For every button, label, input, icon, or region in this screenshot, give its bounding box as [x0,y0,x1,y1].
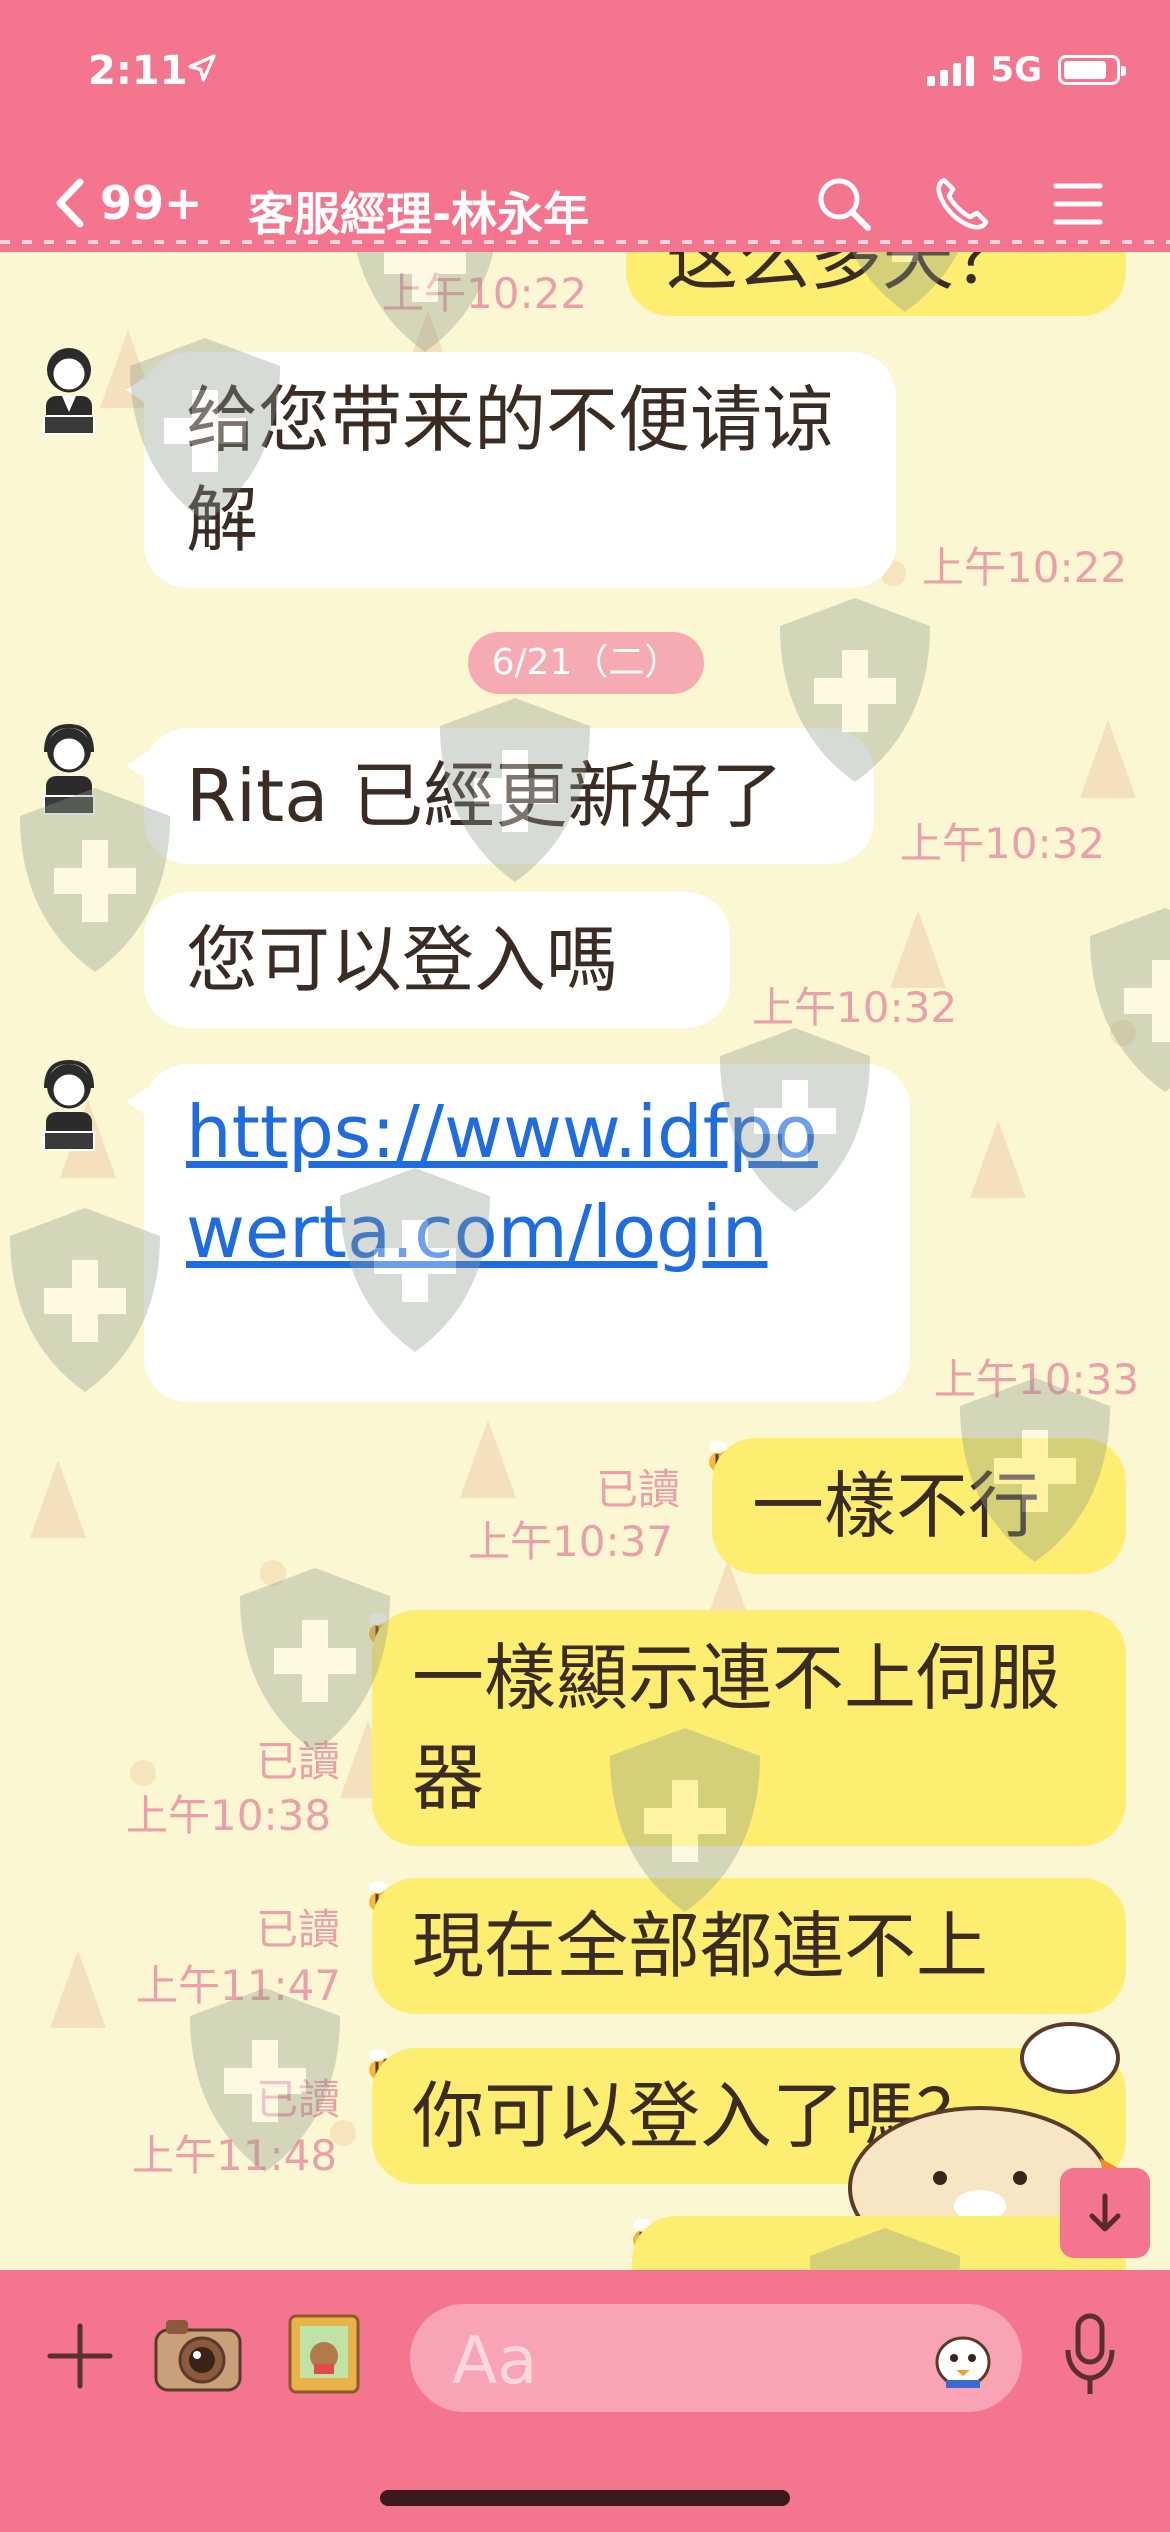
phone-icon[interactable] [930,172,994,236]
message-text: 这么多天？ [666,252,1027,300]
message-time: 上午10:32 [900,819,1106,868]
message-time: 上午10:37 [468,1517,674,1566]
chevron-left-icon [56,178,84,228]
message-bubble-out[interactable]: 現在全部都連不上 [372,1878,1126,2014]
agent-avatar[interactable] [24,712,114,822]
message-text: 現在全部都連不上 [412,1904,989,1988]
read-receipt: 已讀 [256,2075,341,2124]
read-receipt: 已讀 [256,1737,341,1786]
status-indicators: 5G [927,50,1126,90]
agent-avatar[interactable] [24,1048,114,1158]
arrow-down-icon [1089,2193,1121,2232]
scroll-to-bottom-button[interactable] [1060,2168,1150,2258]
message-bubble-out-partial[interactable] [632,2216,1126,2270]
message-bubble-out[interactable]: 一樣不行 [712,1438,1126,1574]
message-bubble-in-link[interactable]: https://www.idfpowerta.com/login [126,1064,910,1402]
agent-avatar[interactable] [24,332,114,442]
read-receipt: 已讀 [256,1905,341,1954]
home-indicator [380,2490,790,2506]
battery-icon [1058,55,1126,85]
chat-title: 客服經理-林永年 [248,187,590,241]
microphone-icon[interactable] [1060,2310,1120,2400]
search-icon[interactable] [812,172,876,236]
plus-icon[interactable] [44,2320,116,2392]
message-text: 一樣不行 [752,1464,1041,1548]
message-time: 上午10:22 [922,543,1128,592]
message-time: 上午10:38 [126,1791,332,1840]
message-text: 一樣顯示連不上伺服器 [412,1636,1061,1820]
back-button[interactable]: 99+ [52,176,203,230]
message-time: 上午10:33 [934,1355,1140,1404]
date-separator: 6/21（二） [468,632,704,694]
message-link[interactable]: https://www.idfpowerta.com/login [186,1090,818,1274]
sticker-emoji-icon[interactable] [924,2318,1002,2396]
message-input[interactable]: Aa [410,2304,1022,2412]
message-text: 您可以登入嗎 [186,918,619,1002]
input-placeholder: Aa [452,2322,538,2399]
message-text: 给您带来的不便请谅解 [186,378,835,562]
message-bubble-out[interactable]: 一樣顯示連不上伺服器 [372,1610,1126,1846]
message-text: Rita 已經更新好了 [186,754,784,838]
header-lace-line [0,240,1170,244]
message-time: 上午10:32 [752,983,958,1032]
message-bubble-in[interactable]: Rita 已經更新好了 [126,728,874,864]
menu-icon[interactable] [1046,172,1110,236]
location-arrow-icon [188,54,216,82]
message-input-bar: Aa [0,2270,1170,2532]
message-bubble-in[interactable]: 给您带来的不便请谅解 [126,352,896,588]
unread-count: 99+ [100,176,203,230]
chat-messages[interactable]: 上午10:22 这么多天？ 给您带来的不便请谅解 上午10:22 6/21（二）… [0,252,1170,2270]
photo-album-icon[interactable] [286,2312,362,2396]
camera-icon[interactable] [152,2312,244,2396]
message-bubble-out-partial[interactable]: 这么多天？ [626,252,1126,316]
message-bubble-in[interactable]: 您可以登入嗎 [144,892,730,1028]
message-time: 上午10:22 [382,269,588,318]
network-label: 5G [990,50,1042,90]
signal-icon [927,54,975,86]
top-bar: 2:11 5G 99+ 客服經理-林永年 [0,0,1170,252]
message-time: 上午11:47 [136,1961,342,2010]
message-time: 上午11:48 [132,2131,338,2180]
status-time: 2:11 [88,48,188,94]
